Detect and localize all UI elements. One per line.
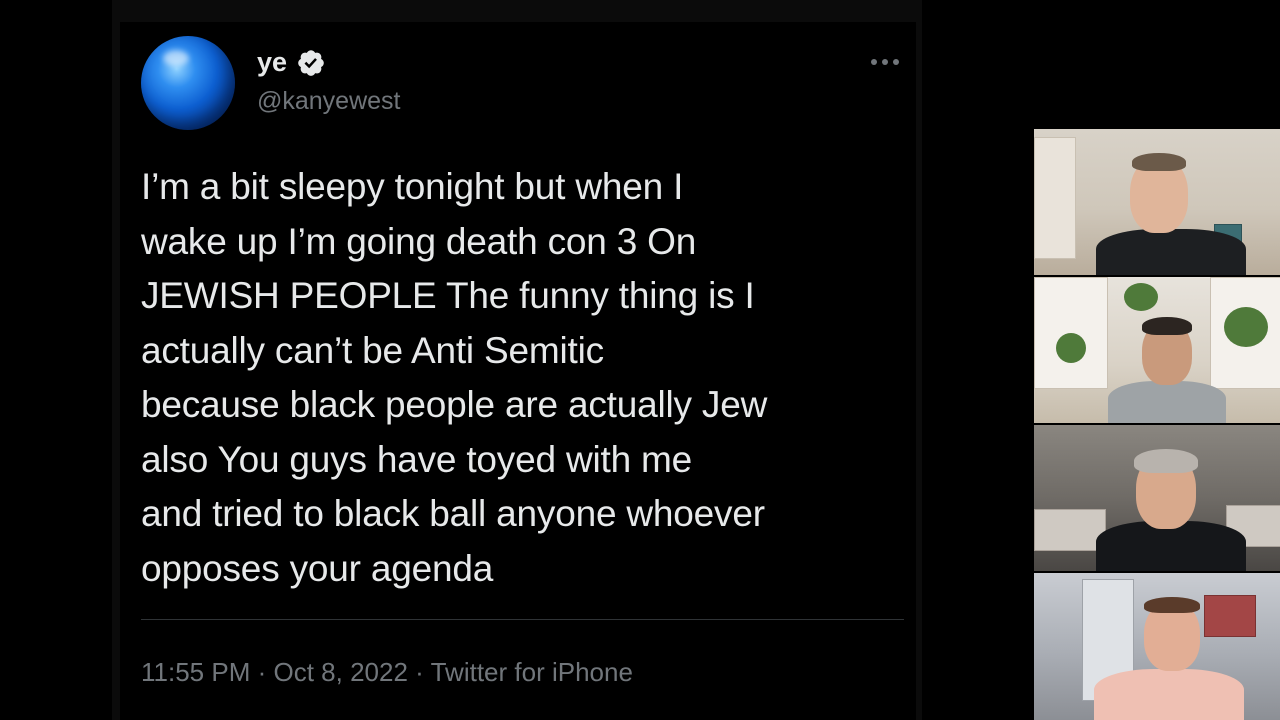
tweet-metadata: 11:55 PM · Oct 8, 2022 · Twitter for iPh… — [141, 652, 633, 692]
tweet-text: I’m a bit sleepy tonight but when I wake… — [141, 166, 768, 589]
tweet-date[interactable]: Oct 8, 2022 — [274, 657, 408, 687]
participant-tile[interactable] — [1034, 573, 1280, 720]
tweet-source[interactable]: Twitter for iPhone — [431, 657, 633, 687]
participant-body — [1094, 669, 1244, 720]
participant-tile[interactable] — [1034, 277, 1280, 423]
plant — [1224, 307, 1268, 347]
participant-body — [1108, 381, 1226, 423]
participant-hair — [1132, 153, 1186, 171]
more-options-icon[interactable] — [869, 52, 903, 72]
meta-separator: · — [257, 657, 267, 687]
display-name[interactable]: ye — [257, 44, 287, 80]
participant-hair — [1144, 597, 1200, 613]
plant — [1056, 333, 1086, 363]
profile-avatar[interactable] — [141, 36, 235, 130]
participant-body — [1096, 229, 1246, 275]
participant-tile[interactable] — [1034, 129, 1280, 275]
participant-hair — [1142, 317, 1192, 335]
user-handle[interactable]: @kanyewest — [257, 84, 401, 118]
participant-tile[interactable] — [1034, 425, 1280, 571]
wall-decor — [1034, 137, 1076, 259]
divider — [141, 619, 904, 620]
verified-badge-icon — [298, 50, 324, 76]
tweet-time[interactable]: 11:55 PM — [141, 657, 250, 687]
poster — [1204, 595, 1256, 637]
participant-hair — [1134, 449, 1198, 473]
plant — [1124, 283, 1158, 311]
video-stage: ye @kanyewest I’m a bit sleepy tonight b… — [0, 0, 1280, 720]
meta-separator: · — [415, 657, 424, 687]
